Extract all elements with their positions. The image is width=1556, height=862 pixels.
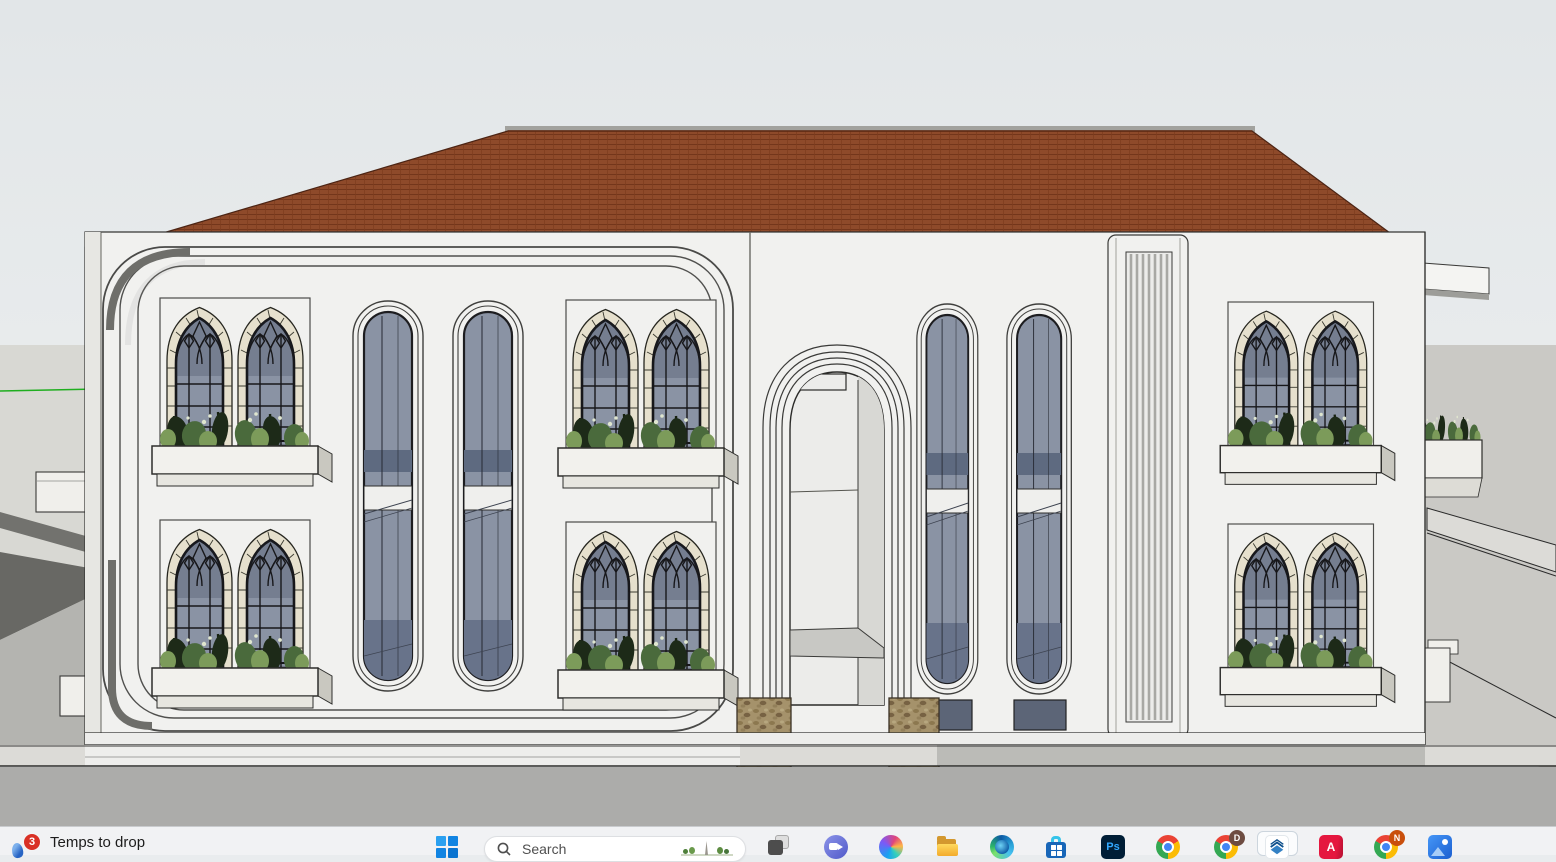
chrome-profile-n-icon[interactable]: N	[1374, 835, 1398, 859]
store-body-glyph	[1046, 842, 1066, 858]
pill-window	[453, 301, 523, 691]
gothic-window-set	[1220, 302, 1395, 484]
sun-dot-glyph	[1442, 839, 1448, 845]
weather-icon	[11, 842, 24, 858]
chrome-icon[interactable]	[1156, 835, 1180, 859]
taskbar: 3 Temps to drop Ps	[0, 826, 1556, 855]
sketchup-glyph	[1268, 838, 1286, 856]
photos-icon[interactable]	[1428, 835, 1452, 859]
search-highlight-image[interactable]	[681, 840, 733, 858]
start-logo-pane	[448, 836, 458, 846]
ground	[0, 745, 1556, 826]
sketchup-icon[interactable]	[1265, 835, 1289, 859]
model-viewport[interactable]	[0, 0, 1556, 826]
fluted-pilaster	[1108, 235, 1188, 737]
acrobat-icon[interactable]: A	[1319, 835, 1343, 859]
pill-window	[1007, 304, 1071, 694]
chrome-core-glyph	[1162, 841, 1174, 853]
gothic-window-set	[152, 520, 332, 708]
edge-core-glyph	[995, 840, 1009, 854]
widgets-badge: 3	[23, 833, 41, 851]
edge-icon[interactable]	[990, 835, 1014, 859]
search-icon	[497, 842, 511, 856]
gothic-window-set	[1220, 524, 1395, 706]
microsoft-store-icon[interactable]	[1044, 835, 1068, 859]
photoshop-icon[interactable]: Ps	[1101, 835, 1125, 859]
folder-glyph	[937, 844, 958, 856]
profile-badge-n: N	[1389, 830, 1405, 846]
start-logo-pane	[436, 848, 446, 858]
widgets-weather-button[interactable]: Temps to drop	[50, 834, 145, 851]
gothic-window-set	[152, 298, 332, 486]
task-view-icon	[768, 840, 783, 855]
task-view-button[interactable]	[768, 835, 790, 856]
search-box[interactable]	[484, 836, 746, 862]
road	[0, 767, 1556, 826]
gothic-window-set	[558, 522, 738, 710]
profile-badge-d: D	[1229, 830, 1245, 846]
facade-base	[85, 733, 1425, 745]
file-explorer-icon[interactable]	[935, 835, 959, 859]
pill-window	[917, 304, 978, 694]
video-camera-glyph	[829, 843, 838, 850]
chrome-profile-d-icon[interactable]: D	[1214, 835, 1238, 859]
copilot-icon[interactable]	[879, 835, 903, 859]
pill-window	[353, 301, 423, 691]
start-logo-pane	[448, 848, 458, 858]
teams-meet-icon[interactable]	[824, 835, 848, 859]
search-input[interactable]	[520, 840, 670, 858]
start-logo-pane	[436, 836, 446, 846]
gothic-window-set	[558, 300, 738, 488]
building-facade	[85, 232, 1425, 772]
